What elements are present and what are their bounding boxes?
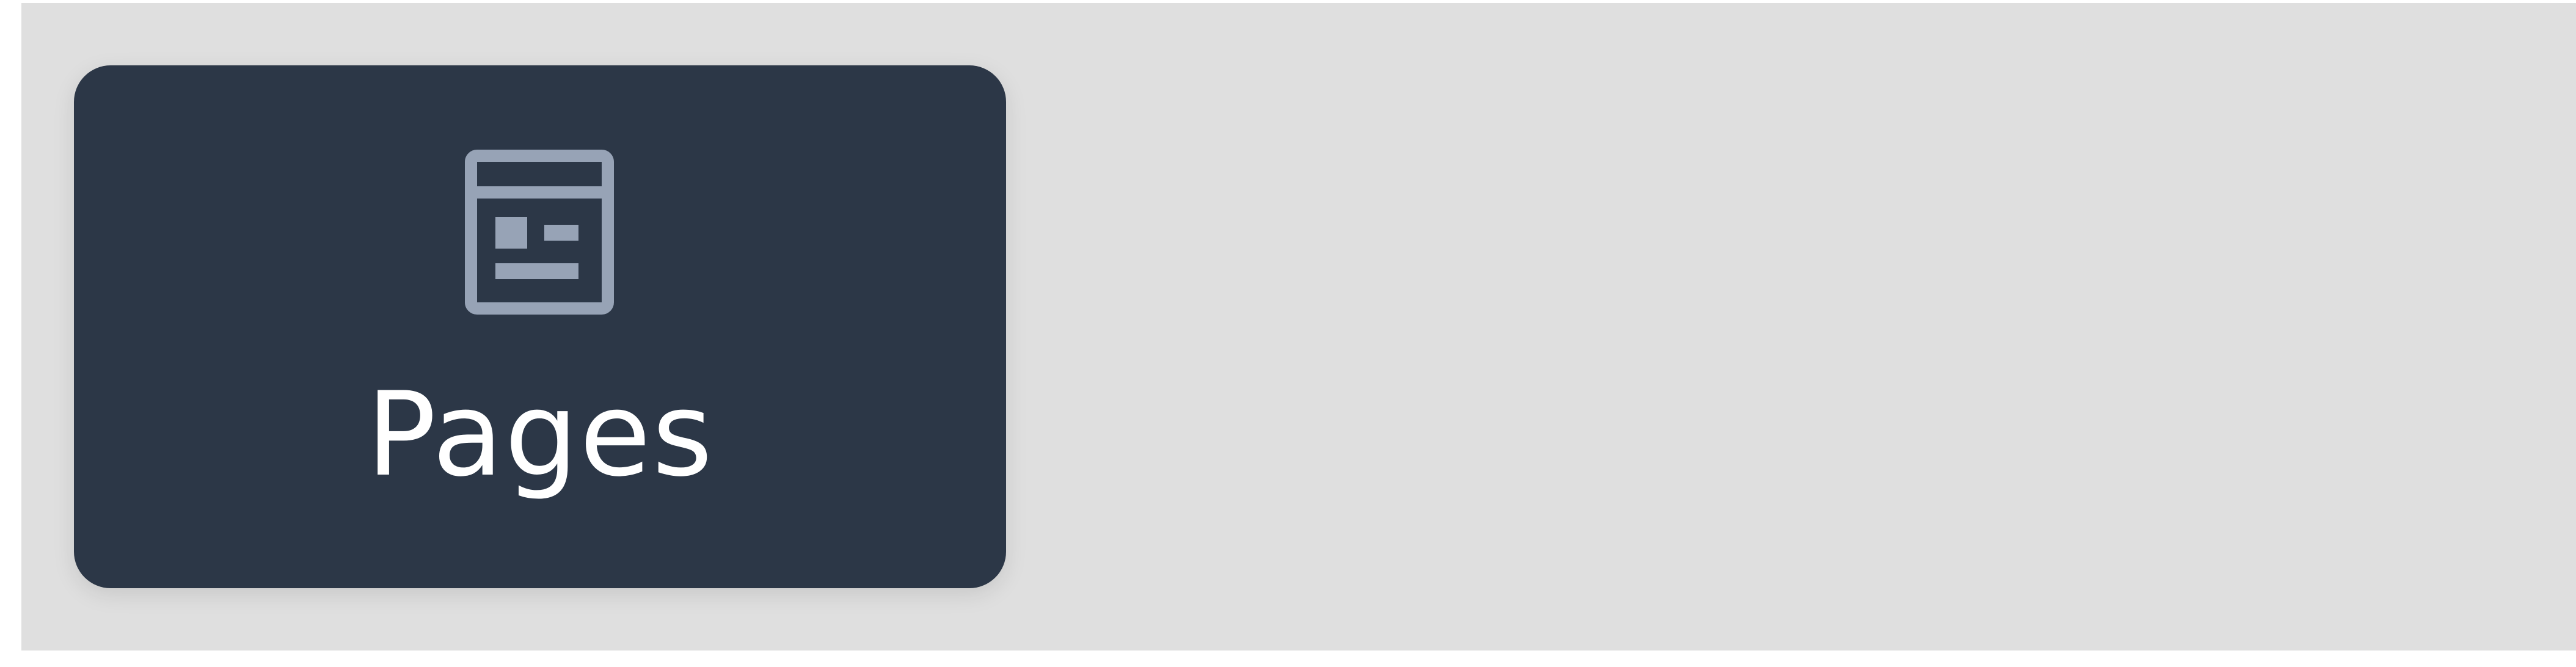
content-area: Pages [21, 3, 2576, 651]
page-layout-icon [465, 150, 614, 315]
pages-tile[interactable]: Pages [74, 65, 1006, 588]
pages-label: Pages [366, 367, 714, 502]
